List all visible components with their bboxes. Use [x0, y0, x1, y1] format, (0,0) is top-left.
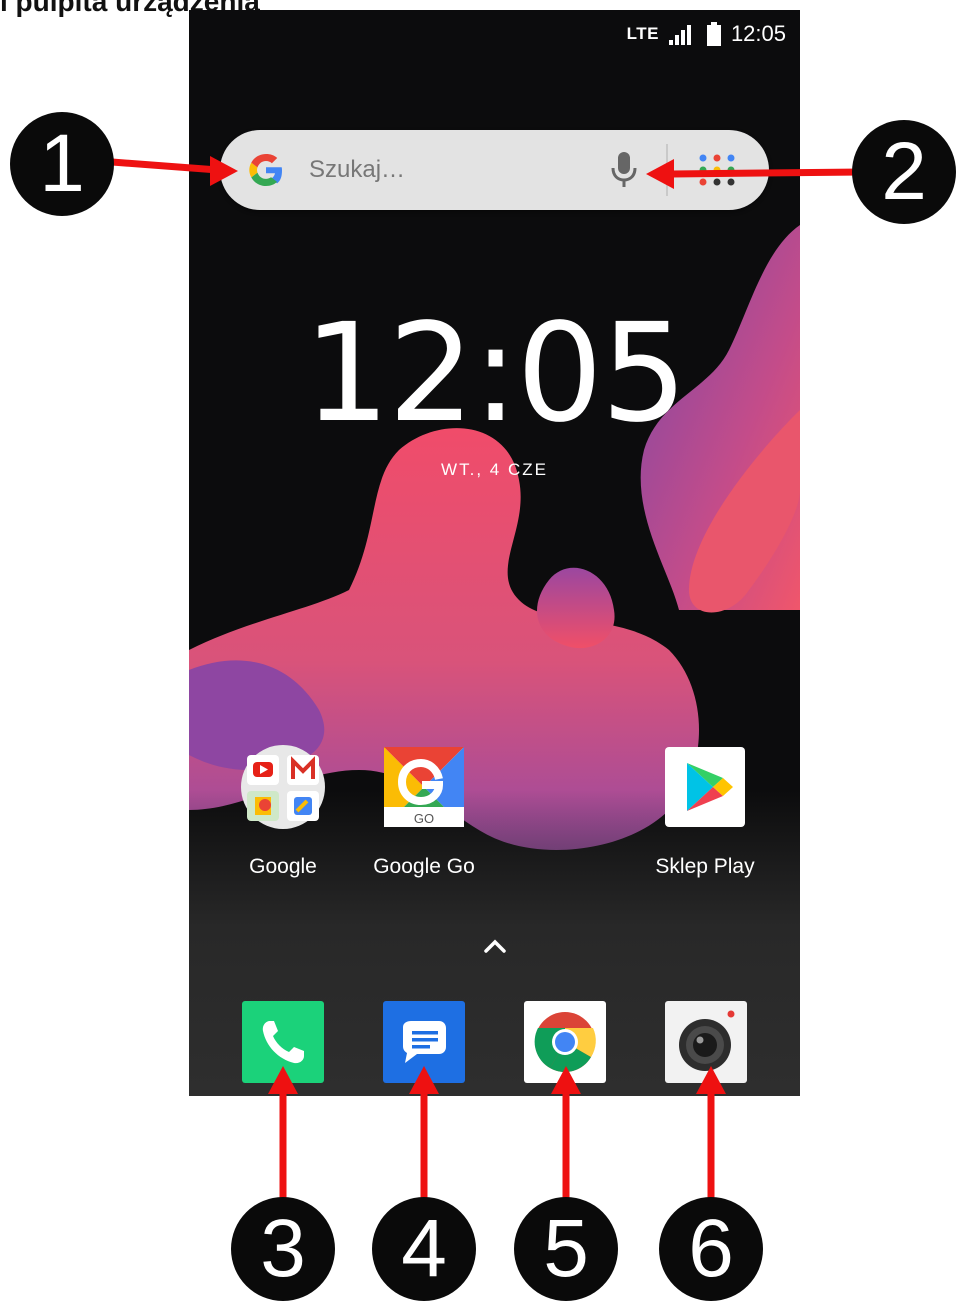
annotation-badge-3: 3	[231, 1197, 335, 1301]
annotation-badge-2: 2	[852, 120, 956, 224]
annotation-badge-5: 5	[514, 1197, 618, 1301]
annotation-badge-6: 6	[659, 1197, 763, 1301]
annotation-arrows	[111, 156, 863, 1205]
arrow-1	[111, 158, 219, 174]
annotation-badge-4: 4	[372, 1197, 476, 1301]
arrow-2	[671, 168, 863, 178]
annotation-badge-1: 1	[10, 112, 114, 216]
